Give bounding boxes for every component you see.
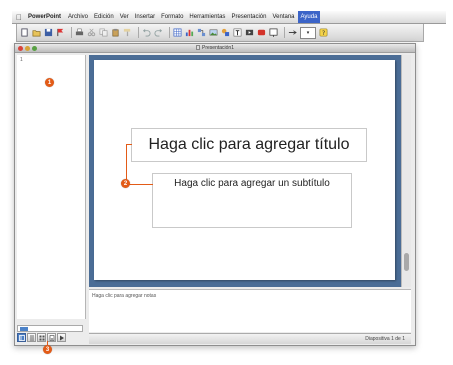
new-icon[interactable]: [20, 28, 29, 37]
notes-placeholder[interactable]: Haga clic para agregar notas: [92, 293, 156, 299]
slide-thumbnail-pane[interactable]: 1 1: [17, 55, 86, 319]
toolbar-separator: [169, 27, 170, 38]
slide-position-indicator: Diapositiva 1 de 1: [365, 336, 405, 342]
view-buttons: [17, 333, 67, 342]
zoom-dropdown[interactable]: ▾: [300, 26, 316, 39]
menu-ventana[interactable]: Ventana: [269, 14, 297, 20]
menu-edicion[interactable]: Edición: [91, 14, 117, 20]
slide-thumbnail-number: 1: [20, 57, 23, 63]
callout-2-connector-subtitle: [126, 184, 153, 185]
open-icon[interactable]: [32, 28, 41, 37]
redo-icon[interactable]: [154, 28, 163, 37]
table-icon[interactable]: [173, 28, 182, 37]
menu-formato[interactable]: Formato: [158, 14, 186, 20]
subtitle-placeholder[interactable]: Haga clic para agregar un subtítulo: [152, 173, 352, 228]
flag-icon[interactable]: [56, 28, 65, 37]
menu-bar:  PowerPoint Archivo Edición Ver Inserta…: [12, 11, 446, 24]
shapes-icon[interactable]: [221, 28, 230, 37]
presentation-window: Presentación1 1 1 Haga clic para agregar…: [14, 43, 416, 354]
slide-canvas[interactable]: Haga clic para agregar título Haga clic …: [94, 60, 395, 280]
window-title-text: Presentación1: [202, 45, 234, 51]
picture-icon[interactable]: [209, 28, 218, 37]
menu-app-name[interactable]: PowerPoint: [26, 14, 65, 20]
outline-view-button[interactable]: [27, 333, 36, 342]
status-bar: Diapositiva 1 de 1: [89, 333, 411, 344]
callout-2-connector-vertical: [126, 144, 127, 184]
smartart-icon[interactable]: [197, 28, 206, 37]
textbox-icon[interactable]: [233, 28, 242, 37]
save-icon[interactable]: [44, 28, 53, 37]
chart-icon[interactable]: [185, 28, 194, 37]
copy-icon[interactable]: [99, 28, 108, 37]
menu-ver[interactable]: Ver: [117, 14, 132, 20]
slideshow-view-button[interactable]: [57, 333, 66, 342]
print-icon[interactable]: [75, 28, 84, 37]
menu-archivo[interactable]: Archivo: [65, 14, 91, 20]
notes-page-view-button[interactable]: [47, 333, 56, 342]
toolbar-separator: [138, 27, 139, 38]
menu-ayuda[interactable]: Ayuda: [297, 11, 321, 23]
menu-presentacion[interactable]: Presentación: [228, 14, 269, 20]
help-icon[interactable]: ?: [319, 28, 328, 37]
record-icon[interactable]: [257, 28, 266, 37]
slide-editing-area: Haga clic para agregar título Haga clic …: [89, 55, 411, 287]
menu-herramientas[interactable]: Herramientas: [186, 14, 228, 20]
callout-3-connector: [47, 341, 48, 346]
cut-icon[interactable]: [87, 28, 96, 37]
callout-marker-2: 2: [121, 179, 130, 188]
slide-sorter-view-button[interactable]: [37, 333, 46, 342]
menu-insertar[interactable]: Insertar: [132, 14, 158, 20]
callout-marker-3: 3: [43, 345, 52, 354]
notes-pane[interactable]: Haga clic para agregar notas: [89, 289, 411, 332]
zoom-icon[interactable]: [288, 28, 297, 37]
paste-icon[interactable]: [111, 28, 120, 37]
title-placeholder[interactable]: Haga clic para agregar título: [131, 128, 367, 162]
undo-icon[interactable]: [142, 28, 151, 37]
zoom-slider-handle[interactable]: [20, 327, 28, 331]
slideshow-icon[interactable]: [269, 28, 278, 37]
window-titlebar[interactable]: Presentación1: [15, 44, 415, 53]
standard-toolbar: ▾ ?: [16, 24, 424, 42]
thumbnail-zoom-control[interactable]: [17, 325, 83, 332]
callout-marker-1: 1: [45, 78, 54, 87]
apple-icon[interactable]: : [12, 13, 26, 22]
media-icon[interactable]: [245, 28, 254, 37]
document-icon: [196, 45, 201, 50]
toolbar-separator: [284, 27, 285, 38]
toolbar-separator: [71, 27, 72, 38]
svg-text:?: ?: [322, 30, 325, 37]
slide-vertical-scrollbar[interactable]: [401, 55, 411, 287]
scrollbar-thumb[interactable]: [404, 253, 409, 271]
format-painter-icon[interactable]: [123, 28, 132, 37]
window-title: Presentación1: [15, 45, 415, 51]
normal-view-button[interactable]: [17, 333, 26, 342]
